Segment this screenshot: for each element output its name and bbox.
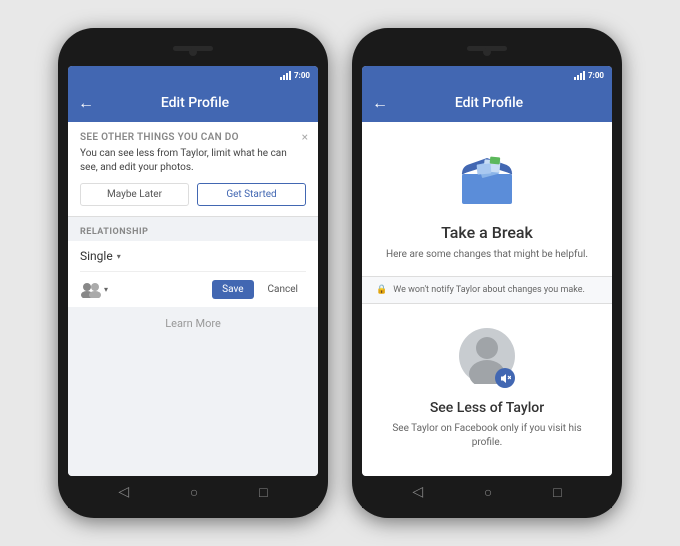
notif-buttons: Maybe Later Get Started [80, 183, 306, 206]
lock-icon: 🔒 [376, 285, 387, 295]
home-nav-icon-right[interactable]: ○ [484, 484, 492, 501]
signal-bars [280, 71, 291, 80]
signal-2 [283, 75, 285, 80]
see-less-text: See Taylor on Facebook only if you visit… [362, 422, 612, 450]
save-button[interactable]: Save [212, 280, 253, 299]
dropdown-arrow-icon: ▾ [117, 252, 121, 261]
status-bar-left: 7:00 [68, 66, 318, 84]
relationship-select[interactable]: Single ▾ [80, 249, 306, 272]
mute-badge [495, 368, 515, 388]
take-break-content: Take a Break Here are some changes that … [362, 122, 612, 476]
signal-bars-right [574, 71, 585, 80]
nav-title-left: Edit Profile [102, 95, 288, 111]
signal-1 [280, 77, 282, 80]
people-icon-group: ▾ [80, 282, 108, 298]
nav-title-right: Edit Profile [396, 95, 582, 111]
status-time-right: 7:00 [588, 71, 604, 80]
signal-3 [286, 73, 288, 80]
status-icons-right: 7:00 [574, 71, 604, 80]
recents-nav-icon-left[interactable]: □ [259, 484, 267, 501]
status-icons-left: 7:00 [280, 71, 310, 80]
see-less-section: See Less of Taylor See Taylor on Faceboo… [362, 328, 612, 450]
relationship-icons-row: ▾ Save Cancel [80, 280, 306, 299]
see-less-icon-container [459, 328, 515, 388]
save-cancel-group: Save Cancel [212, 280, 306, 299]
status-time-left: 7:00 [294, 71, 310, 80]
home-nav-icon-left[interactable]: ○ [190, 484, 198, 501]
friends-icon [80, 282, 102, 298]
status-bar-right: 7:00 [362, 66, 612, 84]
section-header-relationship: RELATIONSHIP [68, 217, 318, 241]
phone-top-right [362, 38, 612, 66]
maybe-later-button[interactable]: Maybe Later [80, 183, 189, 206]
phone-left: 7:00 ← Edit Profile See Other Things You… [58, 28, 328, 518]
content-left: See Other Things You Can Do You can see … [68, 122, 318, 476]
signal-r4 [583, 71, 585, 80]
screen-right: 7:00 ← Edit Profile [362, 66, 612, 476]
signal-4 [289, 71, 291, 80]
relationship-content: Single ▾ ▾ Save C [68, 241, 318, 307]
see-less-title: See Less of Taylor [430, 400, 544, 416]
signal-r1 [574, 77, 576, 80]
camera-left [189, 48, 197, 56]
get-started-button[interactable]: Get Started [197, 183, 306, 206]
take-break-subtitle: Here are some changes that might be help… [366, 248, 608, 262]
notif-title: See Other Things You Can Do [80, 132, 306, 143]
phone-bottom-right: ◁ ○ □ [362, 476, 612, 508]
phone-right: 7:00 ← Edit Profile [352, 28, 622, 518]
recents-nav-icon-right[interactable]: □ [553, 484, 561, 501]
privacy-notice: 🔒 We won't notify Taylor about changes y… [362, 276, 612, 304]
audience-dropdown-icon: ▾ [104, 285, 108, 294]
nav-bar-left: ← Edit Profile [68, 84, 318, 122]
phone-bottom-left: ◁ ○ □ [68, 476, 318, 508]
privacy-text: We won't notify Taylor about changes you… [393, 285, 585, 295]
take-break-title: Take a Break [441, 223, 533, 242]
screen-left: 7:00 ← Edit Profile See Other Things You… [68, 66, 318, 476]
signal-r2 [577, 75, 579, 80]
back-button-left[interactable]: ← [78, 93, 94, 113]
camera-right [483, 48, 491, 56]
back-button-right[interactable]: ← [372, 93, 388, 113]
speaker-off-icon [500, 373, 511, 384]
notif-text: You can see less from Taylor, limit what… [80, 147, 306, 175]
back-nav-icon-left[interactable]: ◁ [118, 484, 129, 500]
phone-top-left [68, 38, 318, 66]
close-button[interactable]: × [302, 130, 308, 144]
signal-r3 [580, 73, 582, 80]
learn-more-link[interactable]: Learn More [68, 307, 318, 340]
cancel-button[interactable]: Cancel [260, 280, 306, 299]
back-nav-icon-right[interactable]: ◁ [412, 484, 423, 500]
nav-bar-right: ← Edit Profile [362, 84, 612, 122]
break-icon-container [452, 152, 522, 211]
notification-card: See Other Things You Can Do You can see … [68, 122, 318, 217]
box-icon [452, 152, 522, 207]
relationship-value: Single [80, 249, 113, 263]
